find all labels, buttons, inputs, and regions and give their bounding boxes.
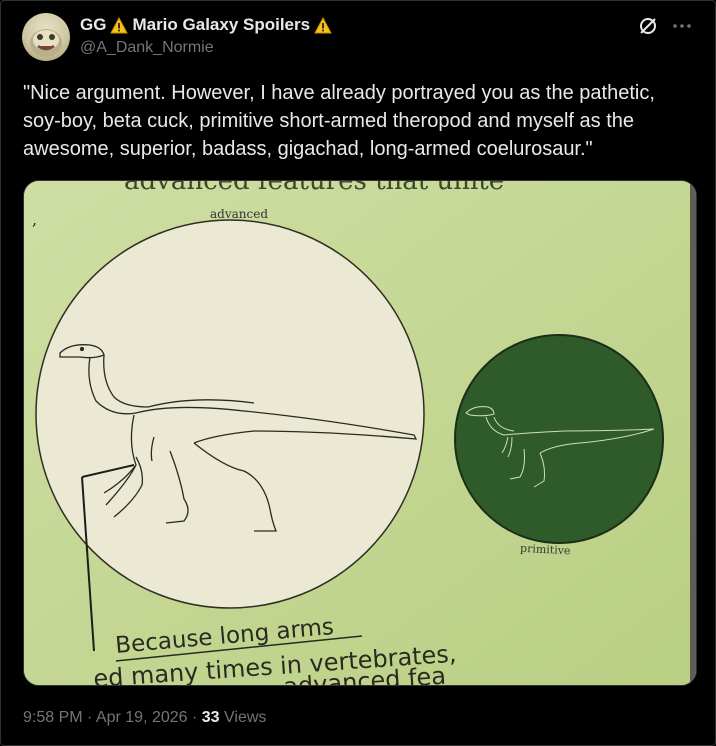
author-name-part2[interactable]: Mario Galaxy Spoilers <box>132 15 310 35</box>
post-top-actions <box>637 15 693 37</box>
post-photo[interactable]: advanced features that unite , advanced <box>23 180 697 686</box>
dinosaur-poster-photo: advanced features that unite , advanced <box>24 181 696 685</box>
poster-heading-partial: advanced features that unite <box>124 181 504 196</box>
advanced-circle <box>35 219 425 609</box>
grok-icon-glyph <box>640 18 656 34</box>
author-name-row[interactable]: GG Mario Galaxy Spoilers <box>80 15 332 35</box>
avatar[interactable] <box>22 13 70 61</box>
ellipsis-icon <box>673 24 691 28</box>
avatar-image <box>30 29 62 57</box>
timestamp[interactable]: 9:58 PM · Apr 19, 2026 · <box>23 709 202 726</box>
views-label: Views <box>219 709 267 726</box>
grok-icon[interactable] <box>637 15 659 37</box>
tweet-card: GG Mario Galaxy Spoilers @A_Dank_Normie <box>0 0 716 746</box>
author-handle[interactable]: @A_Dank_Normie <box>80 39 214 57</box>
more-options-icon[interactable] <box>671 15 693 37</box>
post-meta: 9:58 PM · Apr 19, 2026 · 33 Views <box>23 709 266 727</box>
warning-icon <box>314 16 332 33</box>
views-count: 33 <box>201 709 220 726</box>
tweet-text: "Nice argument. However, I have already … <box>23 82 655 160</box>
svg-text:,: , <box>32 210 37 229</box>
author-name-part1[interactable]: GG <box>80 15 106 35</box>
label-advanced: advanced <box>210 207 268 221</box>
primitive-circle <box>454 334 664 544</box>
label-primitive: primitive <box>520 542 571 558</box>
warning-icon <box>110 16 129 33</box>
